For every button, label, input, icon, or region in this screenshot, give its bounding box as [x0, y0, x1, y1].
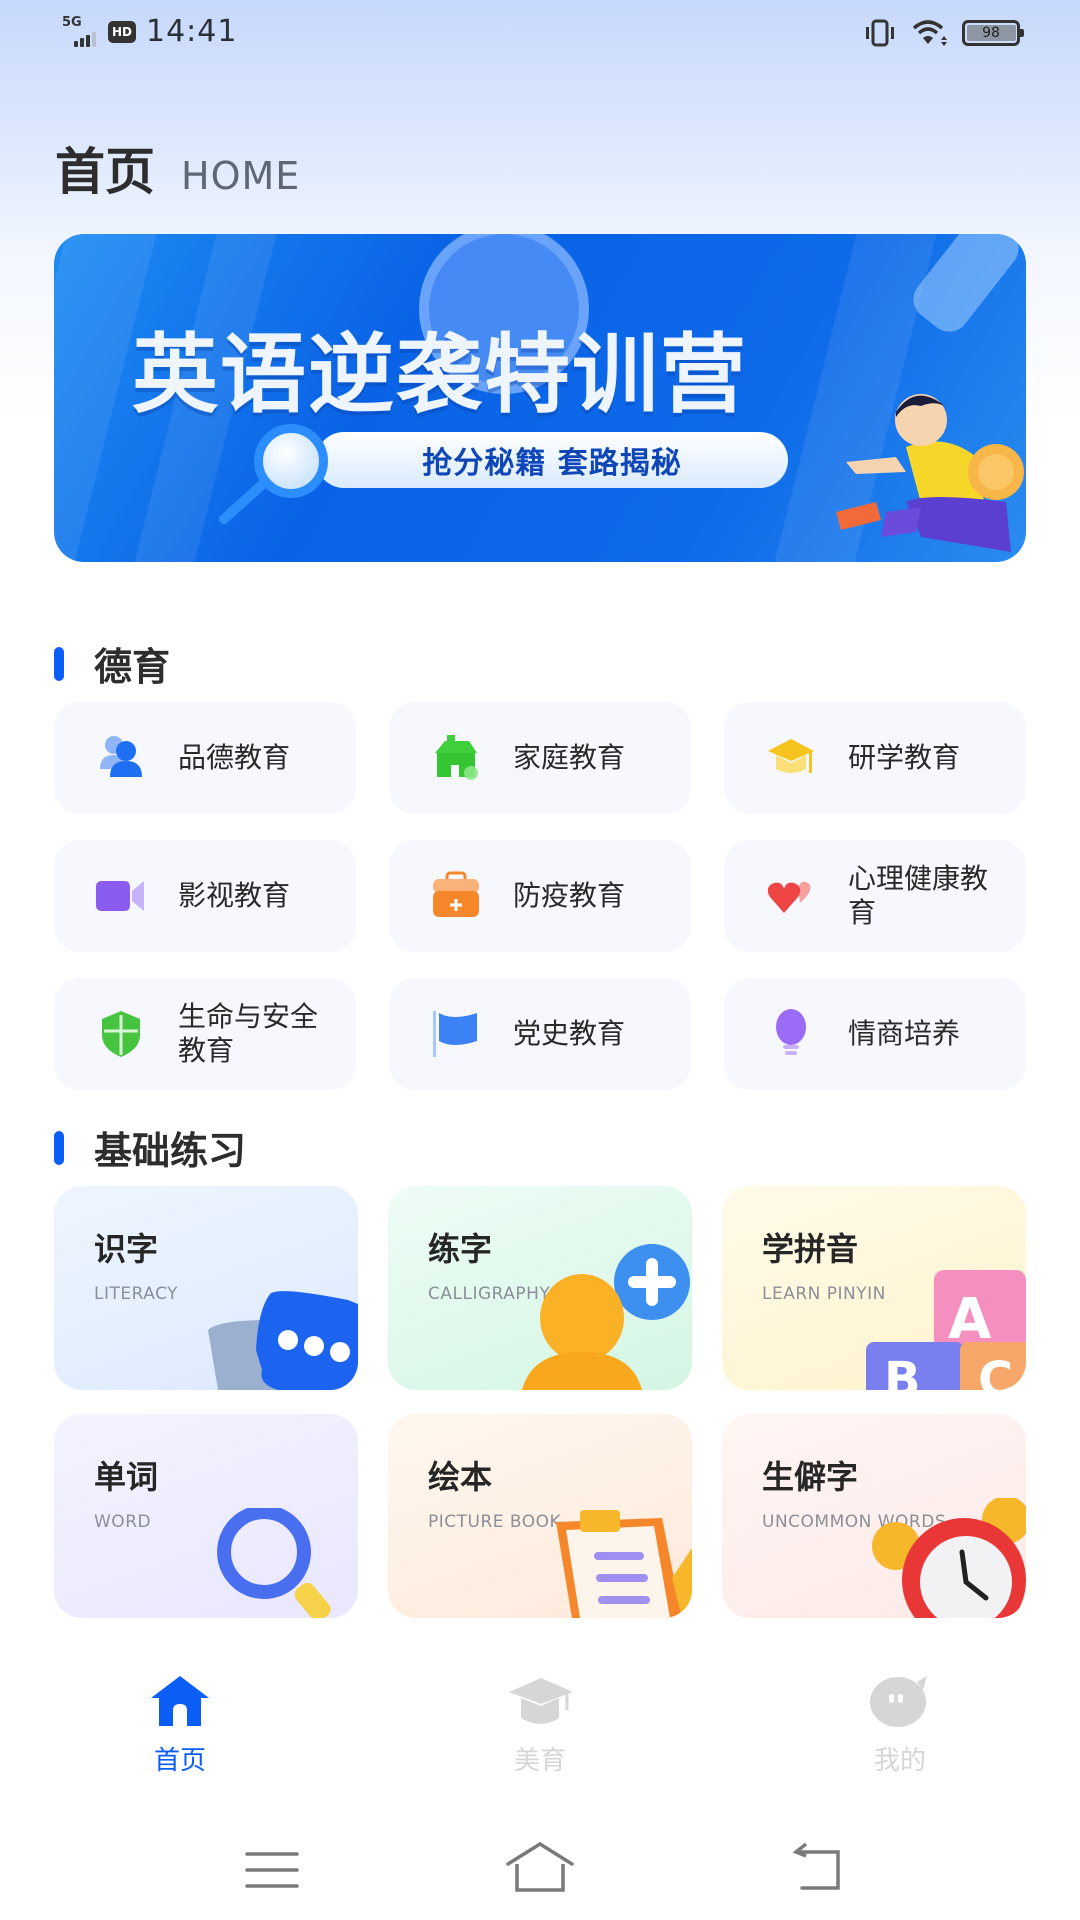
magnifier-icon: [254, 424, 328, 498]
vibrate-icon: [866, 19, 894, 47]
tab-label: 首页: [153, 1746, 206, 1776]
moral-item-label: 防疫教育: [513, 879, 626, 912]
practice-item-literacy[interactable]: 识字 LITERACY: [54, 1186, 358, 1390]
profile-icon: [870, 1676, 927, 1727]
moral-item-party-history[interactable]: 党史教育: [389, 978, 691, 1090]
moral-item-label: 党史教育: [513, 1017, 626, 1050]
system-navigation-bar: [0, 1840, 1080, 1900]
tab-profile[interactable]: 我的: [720, 1660, 1080, 1780]
moral-item-eq[interactable]: 情商培养: [724, 978, 1026, 1090]
people-icon: [100, 736, 142, 777]
alarm-clock-icon: [872, 1498, 1026, 1618]
tab-label: 美育: [513, 1746, 566, 1776]
moral-item-mental-health[interactable]: 心理健康教育: [724, 840, 1026, 952]
basic-practice-grid: 识字 LITERACY 练字 CALLIGRAPHY 学拼音 LEARN PIN…: [54, 1186, 1026, 1618]
graduation-cap-icon: [768, 739, 814, 773]
moral-item-family[interactable]: 家庭教育: [389, 702, 691, 814]
moral-item-epidemic[interactable]: 防疫教育: [389, 840, 691, 952]
user-add-icon: [522, 1244, 690, 1390]
practice-item-calligraphy[interactable]: 练字 CALLIGRAPHY: [388, 1186, 692, 1390]
video-camera-icon: [96, 881, 144, 911]
graduation-cap-icon: [509, 1678, 573, 1724]
moral-item-label: 生命与安全教育: [178, 1000, 319, 1067]
lightbulb-icon: [776, 1009, 806, 1055]
house-icon: [435, 735, 478, 780]
practice-item-title: 识字: [94, 1230, 159, 1268]
tab-label: 我的: [873, 1746, 926, 1776]
hd-icon: HD: [108, 20, 136, 43]
moral-item-study-tour[interactable]: 研学教育: [724, 702, 1026, 814]
heart-icon: [767, 881, 811, 913]
moral-item-label: 研学教育: [848, 741, 961, 774]
practice-item-pinyin[interactable]: 学拼音 LEARN PINYIN A B C: [722, 1186, 1026, 1390]
practice-item-uncommon-words[interactable]: 生僻字 UNCOMMON WORDS: [722, 1414, 1026, 1618]
tab-home[interactable]: 首页: [0, 1660, 360, 1780]
banner-subline-pill: 抢分秘籍 套路揭秘: [316, 432, 788, 488]
bottom-tab-bar: 首页 美育 我的: [0, 1660, 1080, 1780]
section-title-text: 德育: [94, 645, 171, 689]
menu-icon[interactable]: [232, 1840, 312, 1900]
wifi-icon: [912, 20, 947, 46]
page-title-cn: 首页: [55, 143, 155, 201]
abc-blocks-icon: A B C: [866, 1270, 1026, 1390]
moral-item-film[interactable]: 影视教育: [54, 840, 356, 952]
practice-item-picture-book[interactable]: 绘本 PICTURE BOOK: [388, 1414, 692, 1618]
moral-item-label: 家庭教育: [513, 741, 626, 774]
moral-item-label: 品德教育: [178, 741, 291, 774]
home-outline-icon[interactable]: [500, 1840, 580, 1900]
moral-item-label: 影视教育: [178, 879, 291, 912]
status-bar: 5G HD 14:41 98: [0, 0, 1080, 66]
moral-education-grid: 品德教育 家庭教育 研学教育 影视教育 防疫教育 心理健康教育 生命与安全教育 …: [54, 702, 1026, 1090]
svg-text:C: C: [978, 1352, 1013, 1390]
chat-bubble-icon: [208, 1291, 358, 1390]
tab-aesthetic-education[interactable]: 美育: [360, 1660, 720, 1780]
practice-item-word[interactable]: 单词 WORD: [54, 1414, 358, 1618]
flag-icon: [433, 1011, 477, 1057]
banner-subline: 抢分秘籍 套路揭秘: [422, 446, 682, 481]
moral-item-label: 情商培养: [848, 1017, 961, 1050]
promo-banner[interactable]: 英语逆袭特训营 抢分秘籍 套路揭秘: [54, 234, 1026, 562]
medical-kit-icon: [433, 871, 479, 917]
clipboard-icon: [556, 1510, 692, 1618]
page-title: 首页 HOME: [55, 132, 300, 204]
section-title-practice: 基础练习: [54, 1120, 246, 1175]
banner-headline: 英语逆袭特训营: [132, 325, 748, 425]
moral-item-label: 心理健康教育: [848, 862, 989, 929]
section-title-moral: 德育: [54, 636, 170, 691]
section-accent-bar: [54, 646, 64, 681]
svg-text:B: B: [884, 1352, 921, 1390]
battery-icon: 98: [962, 20, 1024, 46]
page-title-en: HOME: [181, 154, 301, 198]
network-type: 5G: [62, 14, 82, 30]
section-title-text: 基础练习: [94, 1129, 247, 1173]
shield-icon: [102, 1011, 140, 1057]
moral-item-character[interactable]: 品德教育: [54, 702, 356, 814]
home-icon: [151, 1676, 209, 1726]
moral-item-life-safety[interactable]: 生命与安全教育: [54, 978, 356, 1090]
back-icon[interactable]: [780, 1840, 860, 1900]
practice-item-title: 单词: [94, 1458, 159, 1496]
clock: 14:41: [146, 14, 238, 49]
signal-icon: 5G: [62, 15, 102, 49]
magnifier-icon: [217, 1508, 331, 1618]
battery-level: 98: [982, 25, 1000, 41]
practice-item-title: 绘本: [428, 1458, 493, 1496]
section-accent-bar: [54, 1130, 64, 1165]
boy-illustration-icon: [836, 394, 1024, 552]
practice-item-title: 生僻字: [762, 1458, 859, 1496]
